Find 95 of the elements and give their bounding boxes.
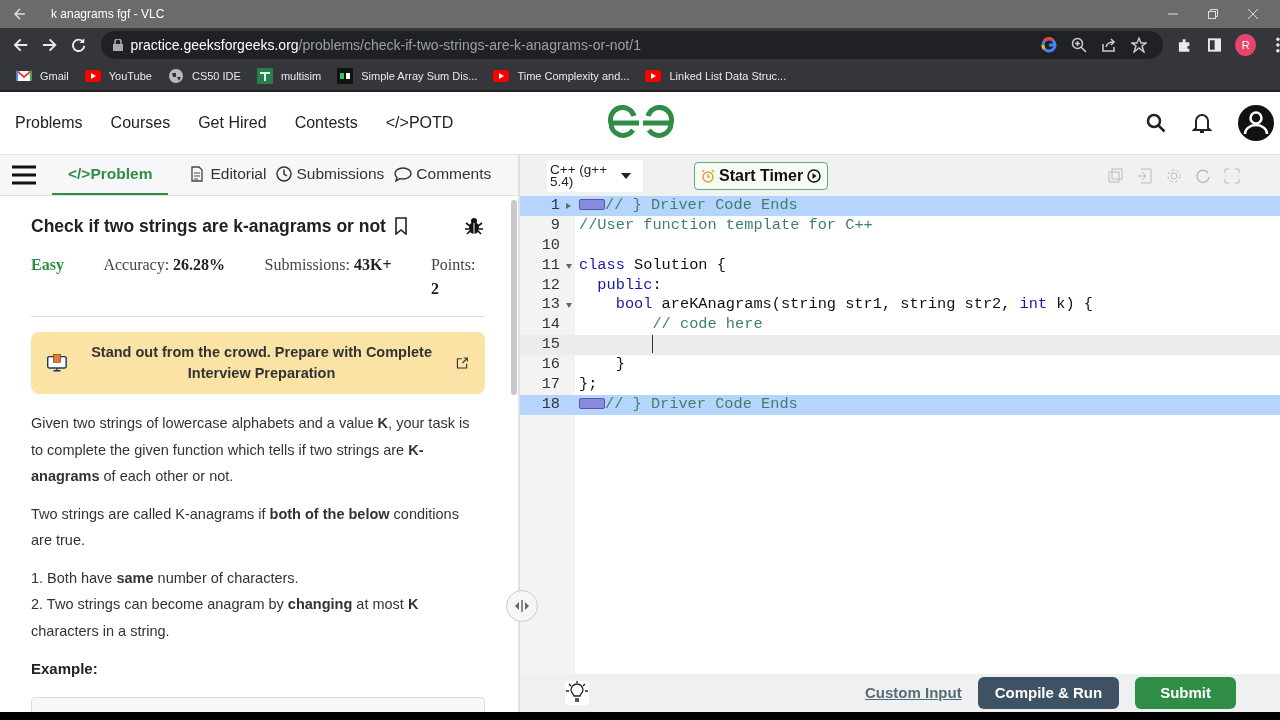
comment-icon: [394, 165, 413, 182]
stat-text: Points: 2: [430, 255, 477, 300]
google-icon[interactable]: [1040, 37, 1057, 53]
line-number: 1: [520, 196, 575, 216]
sidebar-icon[interactable]: [1208, 38, 1222, 52]
description-text: Given two strings of lowercase alphabets and a value K, your task is to complete the given function which tells if two strings are K-anagrams of each other or not.: [31, 414, 471, 487]
video-icon: [84, 68, 101, 84]
code-line: class Solution {: [579, 255, 726, 274]
fold-arrow-icon[interactable]: [566, 203, 571, 209]
bookmark[interactable]: CS50 IDE: [167, 67, 241, 85]
code-line: public:: [597, 275, 662, 294]
line-number: 18: [520, 394, 575, 415]
scrollbar[interactable]: [511, 200, 517, 395]
line-number: 15: [520, 335, 575, 356]
mail-icon: [16, 68, 32, 84]
window-title: k anagrams fgf - VLC: [51, 6, 166, 23]
fold-widget[interactable]: [579, 398, 605, 410]
bookmark-icon[interactable]: [393, 217, 408, 236]
caret-icon: [621, 172, 631, 179]
alarm-icon: [701, 168, 715, 183]
language-dropdown[interactable]: C++ (g++ 5.4): [547, 159, 643, 192]
clock-icon: [276, 165, 293, 182]
stat-text: Accuracy: 26.28%: [103, 255, 226, 276]
video-icon: [645, 68, 662, 84]
bookmark[interactable]: Gmail: [16, 67, 69, 85]
nav-link[interactable]: Get Hired: [198, 111, 267, 135]
bookmark[interactable]: multisim: [256, 67, 322, 85]
fold-widget[interactable]: [579, 199, 605, 211]
compile-run-button[interactable]: Compile & Run: [977, 676, 1120, 710]
tab[interactable]: Editorial: [186, 154, 271, 195]
difficulty-label: Easy: [31, 255, 64, 276]
back-icon[interactable]: [13, 37, 29, 53]
promo-banner[interactable]: Stand out from the crowd. Prepare with Complete Interview Preparation: [31, 332, 485, 395]
lightbulb-icon[interactable]: [565, 681, 589, 705]
submit-button[interactable]: Submit: [1135, 676, 1236, 710]
bookmark[interactable]: Simple Array Sum Dis...: [337, 67, 478, 85]
code-line: // code here: [652, 315, 763, 334]
menu-icon[interactable]: [12, 165, 36, 185]
arrows-icon: [514, 600, 530, 612]
custom-input-link[interactable]: Custom Input: [865, 681, 962, 705]
code-line: //User function template for C++: [579, 215, 873, 234]
square-icon: [337, 68, 354, 84]
tab[interactable]: </>Problem: [52, 154, 169, 195]
globe-icon: [167, 68, 184, 84]
tiles-icon: [256, 68, 273, 84]
restore-icon[interactable]: [1208, 9, 1218, 19]
line-number: 11: [520, 255, 575, 276]
stat-text: Submissions: 43K+: [264, 255, 392, 276]
fold-arrow-icon[interactable]: [566, 263, 572, 269]
code-line: // } Driver Code Ends: [605, 394, 798, 413]
text-cursor: [652, 335, 654, 354]
star-icon[interactable]: [1130, 37, 1147, 53]
tab[interactable]: Submissions: [272, 154, 389, 195]
description-text: 2. Two strings can become anagram by changing at most K characters in a string.: [31, 595, 420, 641]
lock-icon: [112, 39, 123, 51]
share-icon[interactable]: [1100, 37, 1117, 53]
video-icon: [493, 68, 510, 84]
line-number: 10: [540, 235, 561, 256]
description-text: 1. Both have same number of characters.: [31, 568, 300, 588]
fold-arrow-icon[interactable]: [566, 303, 572, 309]
nav-link[interactable]: Courses: [110, 111, 171, 135]
bell-icon[interactable]: [1192, 112, 1212, 134]
line-number: 17: [540, 375, 561, 395]
forward-icon[interactable]: [42, 37, 58, 53]
tab[interactable]: Comments: [390, 154, 496, 195]
bookmark[interactable]: Time Complexity and...: [493, 67, 630, 85]
description-text: Two strings are called K-anagrams if both of the below conditions are true.: [31, 504, 460, 551]
search-icon[interactable]: [1146, 113, 1166, 133]
bug-icon[interactable]: [465, 217, 483, 236]
zoom-icon[interactable]: [1070, 37, 1087, 53]
example-heading: Example:: [31, 659, 99, 680]
user-avatar-icon[interactable]: [1238, 105, 1274, 141]
code-line: bool areKAnagrams(string str1, string str2, int k) {: [615, 295, 1094, 314]
code-line: // } Driver Code Ends: [605, 196, 798, 214]
bookmark[interactable]: YouTube: [84, 67, 152, 85]
problem-title: Check if two strings are k-anagrams or not: [31, 215, 386, 238]
reload-icon[interactable]: [71, 37, 87, 53]
play-icon: [807, 168, 822, 183]
nav-link[interactable]: Problems: [15, 111, 83, 135]
more-icon[interactable]: [1276, 37, 1280, 53]
line-number: 13: [520, 295, 575, 316]
close-icon[interactable]: [1248, 9, 1258, 19]
code-line: }: [615, 355, 625, 374]
line-number: 14: [540, 315, 561, 336]
logo-icon[interactable]: [605, 105, 677, 141]
resize-handle[interactable]: [506, 590, 538, 622]
line-number: 16: [540, 355, 561, 375]
nav-link[interactable]: Contests: [294, 111, 358, 135]
bookmark[interactable]: Linked List Data Struc...: [645, 67, 787, 85]
profile-avatar[interactable]: R: [1235, 34, 1257, 56]
line-number: 9: [549, 215, 561, 236]
start-timer-button[interactable]: Start Timer: [694, 161, 829, 190]
line-number: 12: [540, 275, 561, 296]
code-line: };: [579, 375, 598, 393]
nav-link[interactable]: </>POTD: [385, 111, 454, 135]
